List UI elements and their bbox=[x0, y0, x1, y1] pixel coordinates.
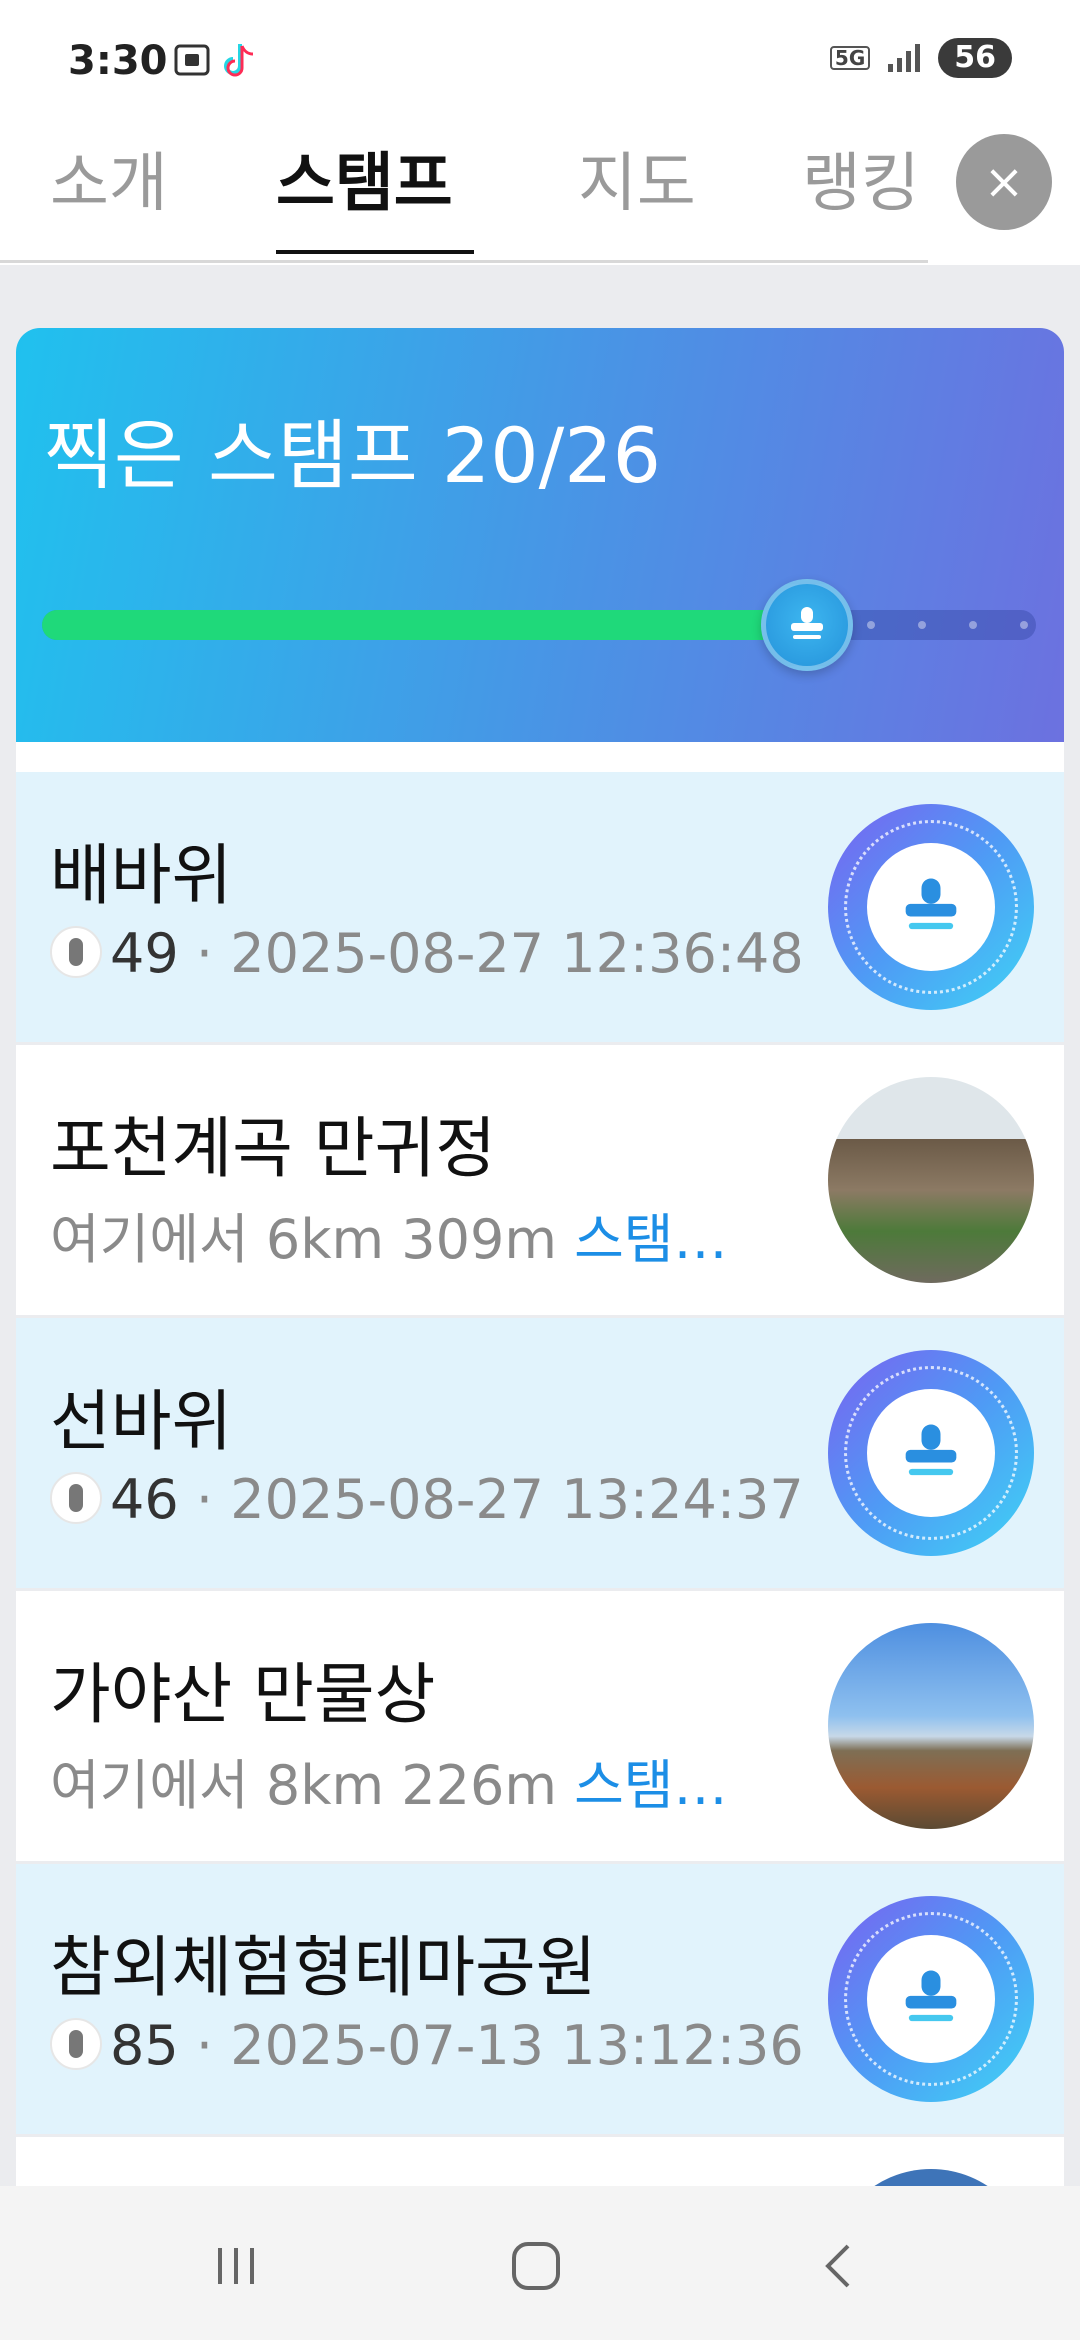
stamp-row[interactable]: 참외체험형테마공원 85 · 2025-07-13 13:12:36 bbox=[16, 1864, 1064, 2134]
stamp-row[interactable]: 선바위 46 · 2025-08-27 13:24:37 bbox=[16, 1318, 1064, 1588]
visit-count: 49 bbox=[110, 922, 179, 985]
tab-ranking[interactable]: 랭킹 bbox=[802, 132, 920, 224]
stamp-icon bbox=[791, 607, 823, 639]
close-button[interactable]: × bbox=[956, 134, 1052, 230]
stamp-name: 배바위 bbox=[50, 837, 233, 914]
tab-divider bbox=[0, 260, 928, 263]
progress-fill bbox=[42, 610, 807, 640]
stamp-name: 포천계곡 만귀정 bbox=[50, 1110, 497, 1187]
visit-count: 46 bbox=[110, 1468, 179, 1531]
tab-stamp[interactable]: 스탬프 bbox=[276, 132, 453, 224]
meta-separator: · bbox=[178, 922, 231, 985]
stamp-row[interactable]: 가야산 만물상 여기에서 8km 226m 스탬… bbox=[16, 1591, 1064, 1861]
screenshot-icon bbox=[174, 44, 210, 76]
stamp-link[interactable]: 스탬… bbox=[574, 1208, 727, 1271]
progress-dot bbox=[918, 621, 926, 629]
stamp-name: 참외체험형테마공원 bbox=[50, 1929, 597, 2006]
stamp-progress-card: 찍은 스탬프 20/26 bbox=[16, 328, 1064, 742]
progress-dot bbox=[867, 621, 875, 629]
stamp-meta: 46 · 2025-08-27 13:24:37 bbox=[50, 1468, 804, 1531]
stamp-badge bbox=[828, 1896, 1034, 2102]
location-photo bbox=[828, 1077, 1034, 1283]
meta-separator: · bbox=[178, 1468, 231, 1531]
home-icon bbox=[512, 2242, 560, 2290]
back-button[interactable] bbox=[800, 2226, 880, 2306]
progress-knob bbox=[761, 579, 853, 671]
stamp-meta: 여기에서 6km 309m 스탬… bbox=[50, 1195, 728, 1274]
progress-title: 찍은 스탬프 20/26 bbox=[44, 411, 661, 500]
stamp-distance: 여기에서 8km 226m bbox=[50, 1754, 575, 1817]
progress-dot bbox=[969, 621, 977, 629]
location-photo bbox=[828, 1623, 1034, 1829]
footprint-icon bbox=[50, 2018, 102, 2070]
stamp-distance: 여기에서 6km 309m bbox=[50, 1208, 575, 1271]
tab-bar: 소개 스탬프 지도 랭킹 × bbox=[0, 120, 1080, 265]
close-icon: × bbox=[983, 154, 1025, 210]
stamp-badge bbox=[828, 804, 1034, 1010]
meta-separator: · bbox=[178, 2014, 231, 2077]
recent-apps-icon bbox=[218, 2248, 254, 2284]
home-button[interactable] bbox=[496, 2226, 576, 2306]
stamp-date: 2025-08-27 13:24:37 bbox=[230, 1468, 804, 1531]
status-time: 3:30 bbox=[68, 38, 168, 84]
active-tab-indicator bbox=[276, 250, 474, 254]
tab-intro[interactable]: 소개 bbox=[50, 132, 168, 224]
stamp-name: 가야산 만물상 bbox=[50, 1656, 436, 1733]
status-bar: 3:30 5G 56 bbox=[0, 0, 1080, 120]
tab-map[interactable]: 지도 bbox=[578, 132, 696, 224]
stamp-meta: 85 · 2025-07-13 13:12:36 bbox=[50, 2014, 804, 2077]
progress-dot bbox=[1020, 621, 1028, 629]
progress-track bbox=[42, 579, 1036, 671]
signal-icon bbox=[888, 44, 921, 72]
system-nav-bar bbox=[0, 2186, 1080, 2340]
stamp-date: 2025-07-13 13:12:36 bbox=[230, 2014, 804, 2077]
stamp-badge-ring bbox=[844, 1912, 1018, 2086]
stamp-row[interactable]: 포천계곡 만귀정 여기에서 6km 309m 스탬… bbox=[16, 1045, 1064, 1315]
stamp-list: 배바위 49 · 2025-08-27 12:36:48 포천계곡 만귀정 여기… bbox=[16, 772, 1064, 2200]
tiktok-icon bbox=[224, 44, 254, 77]
stamp-link[interactable]: 스탬… bbox=[574, 1754, 727, 1817]
back-icon bbox=[825, 2244, 850, 2288]
stamp-badge-ring bbox=[844, 820, 1018, 994]
stamp-meta: 49 · 2025-08-27 12:36:48 bbox=[50, 922, 804, 985]
footprint-icon bbox=[50, 926, 102, 978]
stamp-name: 선바위 bbox=[50, 1383, 233, 1460]
recent-apps-button[interactable] bbox=[196, 2226, 276, 2306]
card-spacer bbox=[16, 742, 1064, 772]
footprint-icon bbox=[50, 1472, 102, 1524]
stamp-badge-ring bbox=[844, 1366, 1018, 1540]
battery-indicator: 56 bbox=[938, 38, 1012, 78]
stamp-badge bbox=[828, 1350, 1034, 1556]
visit-count: 85 bbox=[110, 2014, 179, 2077]
network-5g-icon: 5G bbox=[829, 46, 871, 70]
stamp-row[interactable]: 배바위 49 · 2025-08-27 12:36:48 bbox=[16, 772, 1064, 1042]
stamp-meta: 여기에서 8km 226m 스탬… bbox=[50, 1741, 728, 1820]
status-right: 5G 56 bbox=[829, 38, 1012, 78]
stamp-date: 2025-08-27 12:36:48 bbox=[230, 922, 804, 985]
